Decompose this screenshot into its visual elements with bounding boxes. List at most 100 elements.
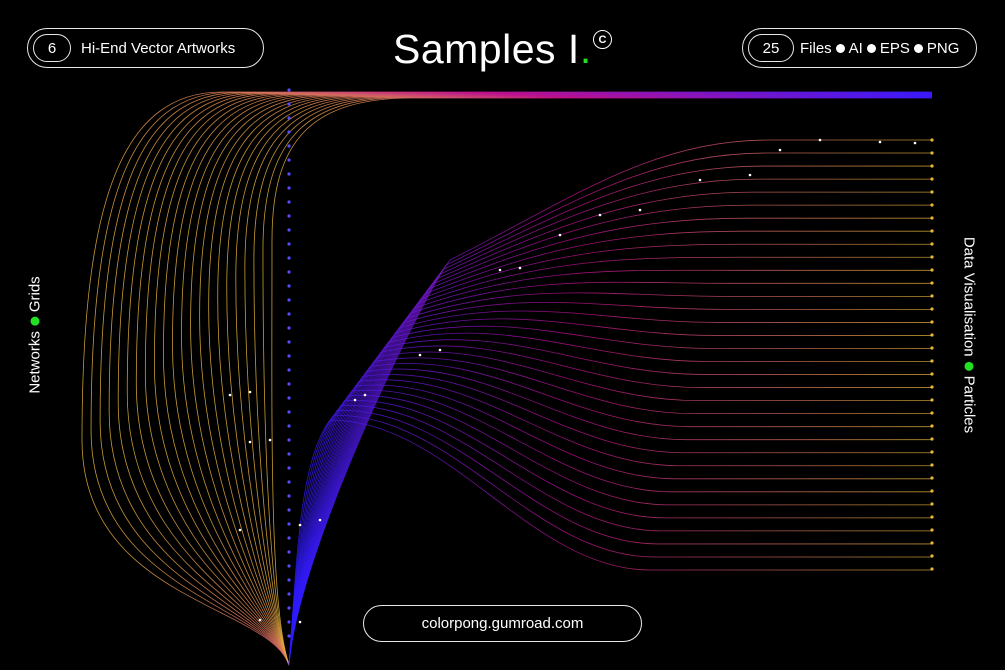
particle-dot (287, 382, 291, 386)
particle-dot (248, 390, 252, 394)
particle-dot (930, 320, 934, 324)
network-line (99, 92, 932, 666)
particle-dot (287, 424, 291, 428)
side-right-part1: Data Visualisation (960, 236, 978, 357)
particle-dot (930, 372, 934, 376)
particle-dot (287, 284, 291, 288)
separator-dot-icon (866, 43, 876, 53)
particle-dot (930, 151, 934, 155)
particle-dot (930, 463, 934, 467)
artworks-count: 6 (33, 34, 71, 62)
particle-dot (878, 140, 882, 144)
particle-dot (287, 116, 291, 120)
particle-dot (353, 398, 357, 402)
particle-dot (930, 411, 934, 415)
particle-dot (287, 578, 291, 582)
particle-dot (930, 554, 934, 558)
particle-dot (930, 502, 934, 506)
separator-dot-icon (835, 43, 845, 53)
particle-dot (258, 618, 262, 622)
network-line (172, 94, 932, 666)
particle-dot (287, 88, 291, 92)
particle-dot (298, 620, 302, 624)
particle-dot (287, 102, 291, 106)
particle-dot (598, 213, 602, 217)
particle-dot (298, 523, 302, 527)
particle-dot (930, 476, 934, 480)
green-dot-icon (964, 361, 974, 371)
particle-dot (287, 410, 291, 414)
particle-dot (930, 203, 934, 207)
network-line (226, 96, 932, 666)
particle-dot (698, 178, 702, 182)
particle-dot (287, 396, 291, 400)
particle-dot (287, 270, 291, 274)
files-count-badge: 25 Files AI EPS PNG (742, 28, 977, 68)
particle-dot (778, 148, 782, 152)
particle-dot (287, 466, 291, 470)
network-line (288, 152, 932, 666)
side-label-right: Data Visualisation Particles (961, 237, 978, 433)
url-link[interactable]: colorpong.gumroad.com (363, 605, 642, 642)
side-label-left: Networks Grids (27, 276, 44, 393)
particle-dot (930, 359, 934, 363)
artworks-count-badge: 6 Hi-End Vector Artworks (27, 28, 264, 68)
particle-dot (287, 256, 291, 260)
particle-dot (287, 564, 291, 568)
particle-dot (287, 172, 291, 176)
network-line (208, 95, 932, 666)
particle-dot (818, 138, 822, 142)
particle-dot (287, 592, 291, 596)
particle-dot (287, 536, 291, 540)
particle-dot (287, 158, 291, 162)
particle-dot (930, 567, 934, 571)
particle-dot (287, 354, 291, 358)
green-dot-icon (30, 317, 40, 327)
network-line (181, 94, 932, 666)
particle-dot (930, 164, 934, 168)
side-right-part2: Particles (960, 375, 978, 434)
particle-dot (930, 138, 934, 142)
particle-dot (287, 550, 291, 554)
particle-dot (930, 281, 934, 285)
particle-dot (287, 228, 291, 232)
particle-dot (638, 208, 642, 212)
title-period: . (579, 26, 592, 72)
particle-dot (498, 268, 502, 272)
particle-dot (930, 190, 934, 194)
network-line (81, 91, 932, 666)
particle-dot (287, 480, 291, 484)
network-line (244, 96, 932, 666)
format-eps: EPS (879, 39, 910, 57)
separator-dot-icon (913, 43, 923, 53)
particle-dot (287, 368, 291, 372)
particle-dot (287, 452, 291, 456)
particle-dot (287, 634, 291, 638)
particle-dot (287, 242, 291, 246)
particle-dot (930, 385, 934, 389)
particle-dot (930, 242, 934, 246)
particle-dot (228, 393, 232, 397)
particle-dot (268, 438, 272, 442)
particle-dot (287, 438, 291, 442)
particle-dot (913, 141, 917, 145)
network-line (108, 92, 932, 666)
particle-dot (518, 266, 522, 270)
particle-dot (748, 173, 752, 177)
network-line (235, 96, 932, 666)
network-line (199, 95, 932, 666)
particle-dot (930, 424, 934, 428)
particle-dot (930, 307, 934, 311)
particle-dot (287, 200, 291, 204)
particle-dot (287, 340, 291, 344)
particle-dot (418, 353, 422, 357)
particle-dot (930, 437, 934, 441)
network-line (288, 204, 932, 666)
particle-dot (287, 522, 291, 526)
particle-dot (930, 346, 934, 350)
particle-dot (287, 494, 291, 498)
particle-dot (287, 298, 291, 302)
particle-dot (287, 186, 291, 190)
particle-dot (930, 333, 934, 337)
particle-dot (287, 130, 291, 134)
